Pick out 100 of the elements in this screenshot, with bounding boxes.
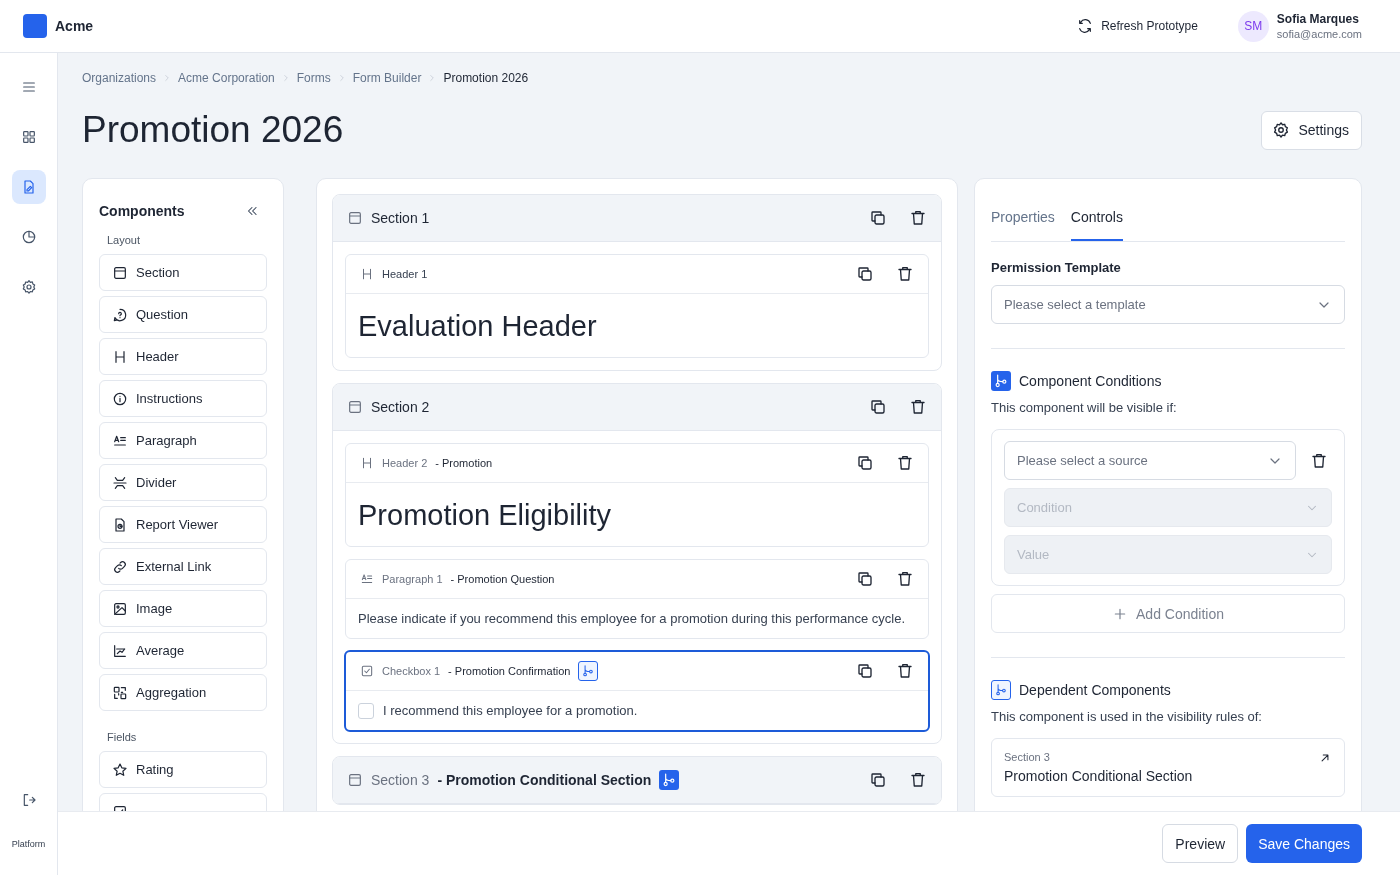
component-card[interactable]: Checkbox 1 - Promotion Confirmation I recommend this employee for a promotion. xyxy=(344,650,930,732)
field-label: Permission Template xyxy=(991,260,1122,275)
refresh-icon xyxy=(1077,18,1094,34)
tab[interactable]: Controls xyxy=(1070,203,1123,241)
component-label: Header 2 xyxy=(382,457,428,469)
dependent-title: Promotion Conditional Section xyxy=(1004,768,1193,784)
delete-icon[interactable] xyxy=(1310,451,1328,470)
section-icon xyxy=(347,399,363,415)
duplicate-icon[interactable] xyxy=(856,265,874,283)
section-label: Section 1 xyxy=(371,210,430,226)
duplicate-icon[interactable] xyxy=(869,209,887,227)
average-icon xyxy=(112,642,128,659)
component-label: Paragraph 1 xyxy=(382,573,443,585)
page-title: Promotion 2026 xyxy=(82,109,344,151)
branch-icon xyxy=(991,371,1011,391)
settings-button[interactable]: Settings xyxy=(1261,110,1362,150)
section-label: Section 3 xyxy=(371,772,430,788)
logo-icon xyxy=(23,14,47,38)
aggregation-icon xyxy=(112,684,128,701)
save-button[interactable]: Save Changes xyxy=(1246,824,1362,863)
user-avatar[interactable]: SM xyxy=(1237,10,1269,42)
breadcrumb-link[interactable]: Promotion 2026 xyxy=(443,71,529,85)
section-card[interactable]: Section 1 Header 1 Evaluation Header xyxy=(332,194,942,371)
breadcrumb-link[interactable]: Forms xyxy=(296,71,331,85)
dependent-card[interactable]: Section 3 Promotion Conditional Section xyxy=(991,738,1345,797)
component-item[interactable]: Section xyxy=(99,254,267,291)
section-card[interactable] xyxy=(332,383,942,744)
component-item[interactable]: Image xyxy=(99,590,267,627)
component-name: - Promotion Confirmation xyxy=(448,665,571,677)
info-icon xyxy=(112,390,128,407)
delete-icon[interactable] xyxy=(909,771,927,789)
component-item[interactable]: Header xyxy=(99,338,267,375)
component-label: Checkbox 1 xyxy=(382,665,441,677)
delete-icon[interactable] xyxy=(896,265,914,283)
header-text: Evaluation Header xyxy=(358,309,598,344)
delete-icon[interactable] xyxy=(896,454,914,472)
group-label: Fields xyxy=(107,731,138,743)
component-item[interactable]: Paragraph xyxy=(99,422,267,459)
component-name: - Promotion xyxy=(435,457,493,469)
star-icon xyxy=(112,761,128,778)
header-icon xyxy=(360,267,374,281)
section-icon xyxy=(347,772,363,788)
component-card[interactable]: Header 1 Evaluation Header xyxy=(345,254,929,358)
section-heading: Dependent Components xyxy=(1019,682,1171,698)
breadcrumb-link[interactable]: Organizations xyxy=(82,71,157,85)
duplicate-icon[interactable] xyxy=(856,570,874,588)
paragraph-icon xyxy=(360,572,374,586)
component-name: - Promotion Question xyxy=(450,573,555,585)
breadcrumb-link[interactable]: Form Builder xyxy=(352,71,422,85)
settings-icon xyxy=(1272,121,1291,139)
header-text: Promotion Eligibility xyxy=(358,498,613,533)
add-condition-button[interactable]: Add Condition xyxy=(991,594,1345,633)
section-label: Section 2 xyxy=(371,399,430,415)
section-heading: Component Conditions xyxy=(1019,373,1162,389)
platform-label: Platform xyxy=(11,839,46,849)
component-card[interactable]: Header 2 - Promotion Promotion Eligibility xyxy=(345,443,929,547)
panel-title: Components xyxy=(99,203,185,219)
template-select[interactable]: Please select a template xyxy=(991,285,1345,324)
source-select[interactable]: Please select a source xyxy=(1004,441,1296,480)
component-card[interactable]: Paragraph 1 - Promotion Question Please indicate if you recommend this employee for a promotion during this performance cycle. xyxy=(345,559,929,639)
duplicate-icon[interactable] xyxy=(869,771,887,789)
preview-button[interactable]: Preview xyxy=(1162,824,1239,863)
section-card[interactable]: Section 3 - Promotion Conditional Section xyxy=(332,756,942,805)
component-item[interactable]: Question xyxy=(99,296,267,333)
user-email: sofia@acme.com xyxy=(1276,28,1362,40)
header-icon xyxy=(112,348,128,365)
paragraph-text: Please indicate if you recommend this employee for a promotion during this performance cycle. xyxy=(358,610,906,628)
component-item[interactable]: Report Viewer xyxy=(99,506,267,543)
component-label: Header 1 xyxy=(382,268,428,280)
refresh-prototype-button[interactable]: Refresh Prototype xyxy=(1077,18,1198,34)
description-text: This component will be visible if: xyxy=(991,400,1178,415)
component-item[interactable]: Divider xyxy=(99,464,267,501)
image-icon xyxy=(112,600,128,617)
collapse-icon[interactable] xyxy=(245,204,259,218)
duplicate-icon[interactable] xyxy=(869,398,887,416)
tab[interactable]: Properties xyxy=(991,203,1055,241)
app-name: Acme xyxy=(55,18,94,34)
link-icon xyxy=(112,558,128,575)
component-item[interactable]: External Link xyxy=(99,548,267,585)
section-icon xyxy=(112,264,128,281)
delete-icon[interactable] xyxy=(896,570,914,588)
duplicate-icon[interactable] xyxy=(856,662,874,680)
delete-icon[interactable] xyxy=(909,398,927,416)
document-pen-icon[interactable] xyxy=(11,170,46,204)
dependent-kicker: Section 3 xyxy=(1004,751,1051,763)
branch-icon xyxy=(991,680,1011,700)
component-item[interactable]: Instructions xyxy=(99,380,267,417)
divider-icon xyxy=(112,474,128,491)
delete-icon[interactable] xyxy=(896,662,914,680)
user-name: Sofia Marques xyxy=(1276,12,1360,26)
breadcrumb-link[interactable]: Acme Corporation xyxy=(178,71,275,85)
component-item[interactable]: Rating xyxy=(99,751,267,788)
delete-icon[interactable] xyxy=(909,209,927,227)
checkbox-icon xyxy=(360,664,374,678)
duplicate-icon[interactable] xyxy=(856,454,874,472)
checkbox[interactable] xyxy=(358,702,374,719)
checkbox-label: I recommend this employee for a promotion. xyxy=(383,702,638,720)
component-item[interactable]: Aggregation xyxy=(99,674,267,711)
component-item[interactable]: Average xyxy=(99,632,267,669)
section-icon xyxy=(347,210,363,226)
